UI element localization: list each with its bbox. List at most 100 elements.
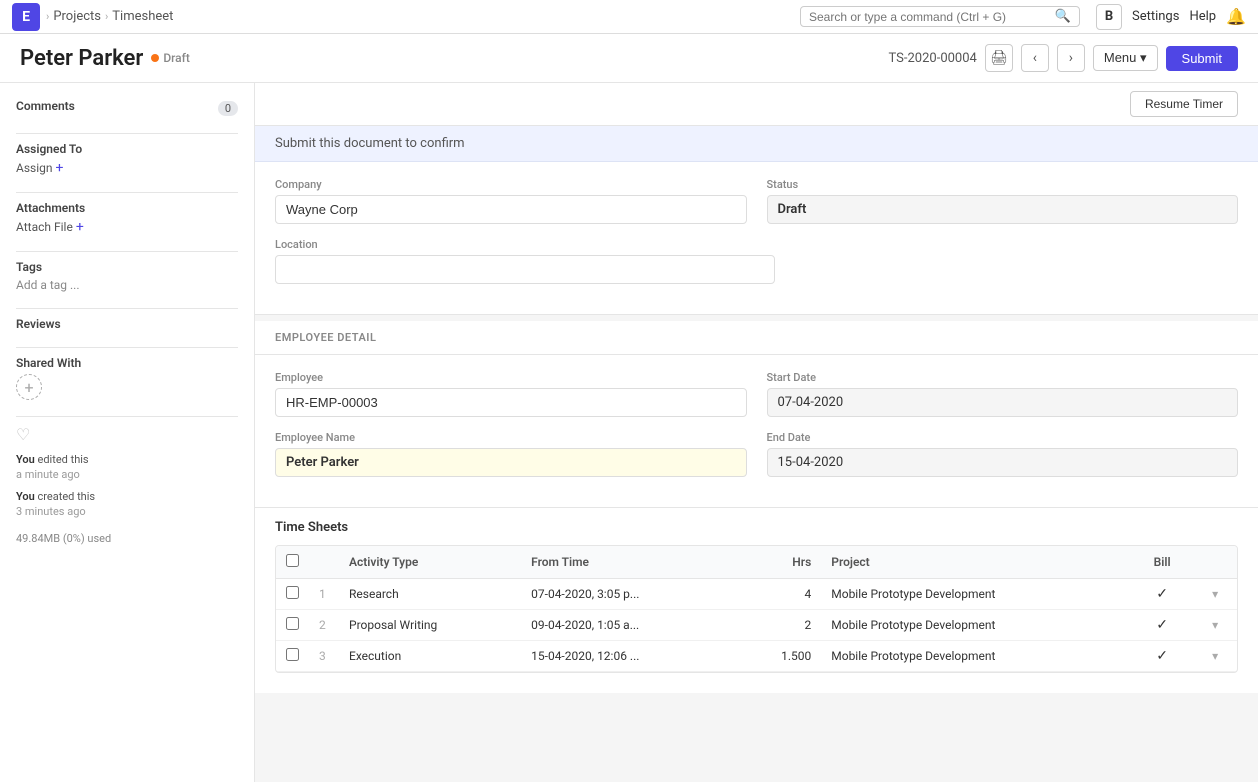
main-content: Resume Timer Submit this document to con…	[255, 83, 1258, 782]
bill-check-icon: ✓	[1156, 617, 1168, 633]
th-bill: Bill	[1131, 546, 1193, 579]
status-label: Draft	[163, 51, 190, 65]
activity-2-time: 3 minutes ago	[16, 505, 86, 518]
activity-1-time: a minute ago	[16, 468, 80, 481]
sidebar-attachments-section: Attachments Attach File +	[16, 201, 238, 235]
end-date-value: 15-04-2020	[767, 448, 1239, 477]
help-link[interactable]: Help	[1189, 9, 1216, 24]
form-row-company-status: Company Status Draft	[275, 178, 1238, 224]
breadcrumb: › Projects › Timesheet	[46, 9, 173, 24]
row-action-2[interactable]: ▾	[1193, 641, 1237, 672]
employee-label: Employee	[275, 371, 747, 384]
activity-1-action: edited this	[38, 453, 89, 466]
document-id: TS-2020-00004	[889, 51, 977, 66]
page-header-right: TS-2020-00004 🖨 ‹ › Menu ▾ Submit	[889, 44, 1238, 72]
th-select-all[interactable]	[276, 546, 309, 579]
add-tag-value[interactable]: Add a tag ...	[16, 278, 238, 292]
heart-icon[interactable]: ♡	[16, 425, 238, 444]
start-date-field-group: Start Date 07-04-2020	[767, 371, 1239, 417]
reviews-label: Reviews	[16, 317, 238, 331]
shared-add-button[interactable]: +	[16, 374, 42, 400]
activity-2-you: You	[16, 490, 35, 503]
sidebar-tags-section: Tags Add a tag ...	[16, 260, 238, 292]
row-bill-2: ✓	[1131, 641, 1193, 672]
top-navigation: E › Projects › Timesheet 🔍 B Settings He…	[0, 0, 1258, 34]
status-badge: Draft	[151, 51, 190, 65]
form-row-employee-startdate: Employee Start Date 07-04-2020	[275, 371, 1238, 417]
attachments-label: Attachments	[16, 201, 238, 215]
bill-check-icon: ✓	[1156, 648, 1168, 664]
company-input[interactable]	[275, 195, 747, 224]
comments-label: Comments	[16, 99, 75, 113]
notification-bell-icon[interactable]: 🔔	[1226, 7, 1246, 26]
employee-input[interactable]	[275, 388, 747, 417]
divider-5	[16, 347, 238, 348]
submit-button[interactable]: Submit	[1166, 46, 1238, 71]
location-input[interactable]	[275, 255, 775, 284]
end-date-field-group: End Date 15-04-2020	[767, 431, 1239, 477]
timesheets-tbody: 1 Research 07-04-2020, 3:05 p... 4 Mobil…	[276, 579, 1237, 672]
table-row: 1 Research 07-04-2020, 3:05 p... 4 Mobil…	[276, 579, 1237, 610]
resume-timer-button[interactable]: Resume Timer	[1130, 91, 1238, 117]
sidebar-shared-section: Shared With +	[16, 356, 238, 400]
sidebar-reviews-section: Reviews	[16, 317, 238, 331]
assigned-to-label: Assigned To	[16, 142, 238, 156]
next-button[interactable]: ›	[1057, 44, 1085, 72]
row-checkbox-2[interactable]	[286, 648, 299, 661]
company-label: Company	[275, 178, 747, 191]
search-bar[interactable]: 🔍	[800, 6, 1080, 27]
location-label: Location	[275, 238, 775, 251]
print-button[interactable]: 🖨	[985, 44, 1013, 72]
sidebar: Comments 0 Assigned To Assign + Attachme…	[0, 83, 255, 782]
row-hrs-0: 4	[737, 579, 821, 610]
row-fromtime-0: 07-04-2020, 3:05 p...	[521, 579, 737, 610]
status-dot-icon	[151, 54, 159, 62]
start-date-label: Start Date	[767, 371, 1239, 384]
th-from-time: From Time	[521, 546, 737, 579]
breadcrumb-timesheet[interactable]: Timesheet	[112, 9, 173, 24]
row-num-2: 3	[309, 641, 339, 672]
row-checkbox-0[interactable]	[286, 586, 299, 599]
breadcrumb-chevron-1: ›	[46, 10, 49, 23]
form-card: Submit this document to confirm Company …	[255, 126, 1258, 315]
table-row: 3 Execution 15-04-2020, 12:06 ... 1.500 …	[276, 641, 1237, 672]
row-num-1: 2	[309, 610, 339, 641]
row-action-0[interactable]: ▾	[1193, 579, 1237, 610]
row-activity-2: Execution	[339, 641, 521, 672]
row-action-1[interactable]: ▾	[1193, 610, 1237, 641]
row-project-1: Mobile Prototype Development	[821, 610, 1131, 641]
employee-name-label: Employee Name	[275, 431, 747, 444]
menu-button[interactable]: Menu ▾	[1093, 45, 1158, 71]
row-checkbox-cell-1[interactable]	[276, 610, 309, 641]
row-chevron-icon-2[interactable]: ▾	[1212, 649, 1218, 663]
divider-2	[16, 192, 238, 193]
select-all-checkbox[interactable]	[286, 554, 299, 567]
app-logo[interactable]: E	[12, 3, 40, 31]
search-icon: 🔍	[1055, 9, 1071, 24]
assign-link[interactable]: Assign +	[16, 160, 238, 176]
search-input[interactable]	[809, 10, 1049, 24]
settings-link[interactable]: Settings	[1132, 9, 1179, 24]
employee-name-value: Peter Parker	[275, 448, 747, 477]
divider-4	[16, 308, 238, 309]
employee-form-body: Employee Start Date 07-04-2020 Employee …	[255, 355, 1258, 507]
breadcrumb-projects[interactable]: Projects	[53, 9, 101, 24]
activity-1-you: You	[16, 453, 35, 466]
row-checkbox-cell-2[interactable]	[276, 641, 309, 672]
b-button[interactable]: B	[1096, 4, 1122, 30]
form-row-name-enddate: Employee Name Peter Parker End Date 15-0…	[275, 431, 1238, 477]
prev-button[interactable]: ‹	[1021, 44, 1049, 72]
company-field-group: Company	[275, 178, 747, 224]
location-field-group: Location	[275, 238, 775, 284]
page-title: Peter Parker	[20, 46, 143, 71]
divider-1	[16, 133, 238, 134]
row-chevron-icon-1[interactable]: ▾	[1212, 618, 1218, 632]
table-header-row: Activity Type From Time Hrs Project Bill	[276, 546, 1237, 579]
row-checkbox-cell-0[interactable]	[276, 579, 309, 610]
row-chevron-icon-0[interactable]: ▾	[1212, 587, 1218, 601]
row-checkbox-1[interactable]	[286, 617, 299, 630]
row-project-0: Mobile Prototype Development	[821, 579, 1131, 610]
comments-count: 0	[218, 101, 238, 116]
attach-file-link[interactable]: Attach File +	[16, 219, 238, 235]
divider-6	[16, 416, 238, 417]
